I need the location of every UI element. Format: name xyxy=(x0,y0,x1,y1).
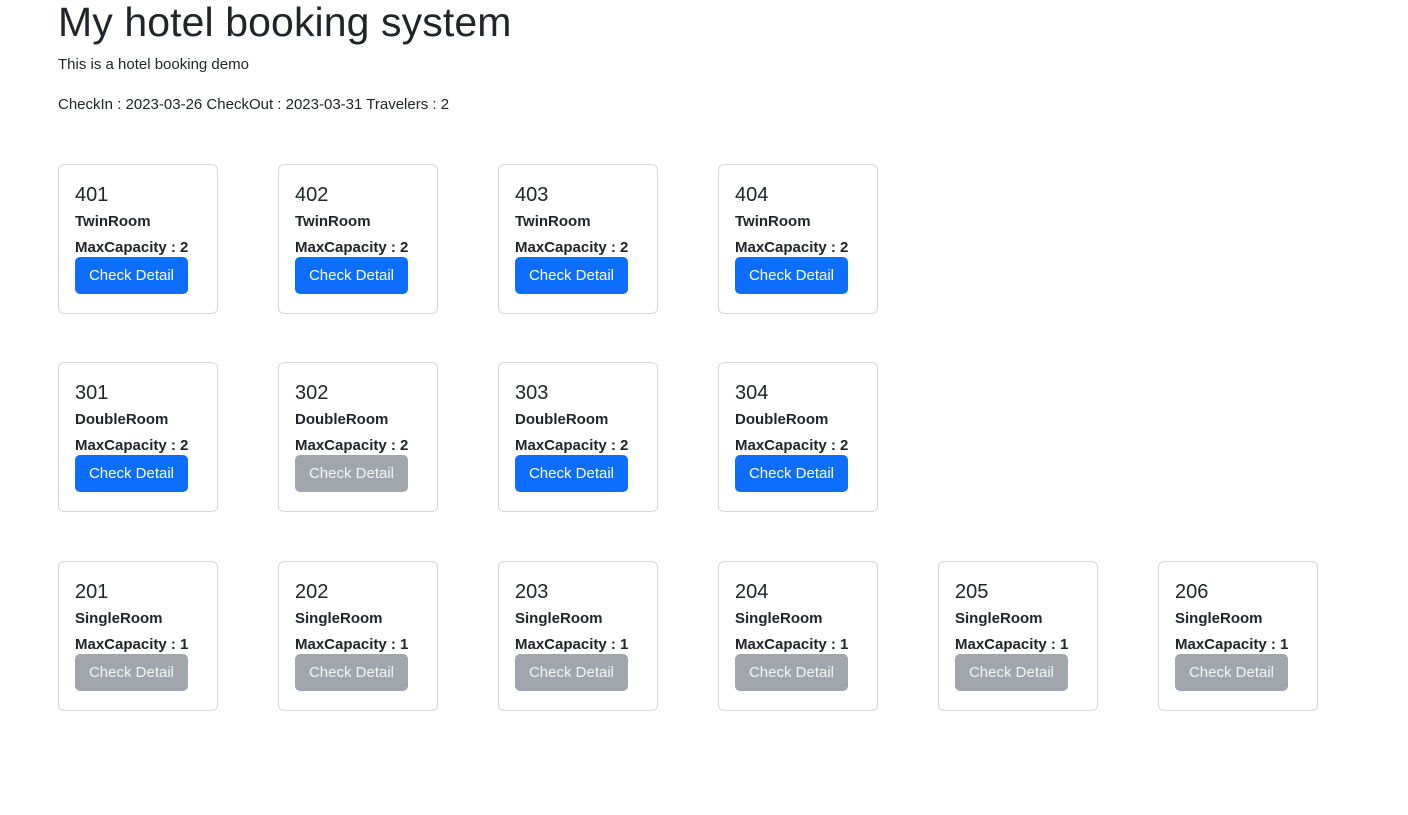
room-type: SingleRoom xyxy=(75,610,163,627)
room-number: 303 xyxy=(515,382,549,404)
room-card: 203 SingleRoom MaxCapacity : 1 Check Det… xyxy=(498,561,658,711)
check-detail-button-403[interactable]: Check Detail xyxy=(515,257,628,294)
room-number: 404 xyxy=(735,184,769,206)
room-capacity: MaxCapacity : 2 xyxy=(515,239,629,256)
room-type: SingleRoom xyxy=(295,610,383,627)
room-capacity: MaxCapacity : 2 xyxy=(295,437,409,454)
room-capacity: MaxCapacity : 2 xyxy=(735,239,849,256)
check-detail-button-304[interactable]: Check Detail xyxy=(735,455,848,492)
check-detail-button-204[interactable]: Check Detail xyxy=(735,654,848,691)
room-type: DoubleRoom xyxy=(515,411,609,428)
room-card: 205 SingleRoom MaxCapacity : 1 Check Det… xyxy=(938,561,1098,711)
room-number: 204 xyxy=(735,581,769,603)
check-detail-button-401[interactable]: Check Detail xyxy=(75,257,188,294)
room-capacity: MaxCapacity : 1 xyxy=(1175,636,1289,653)
room-capacity: MaxCapacity : 2 xyxy=(75,239,189,256)
room-number: 402 xyxy=(295,184,329,206)
room-card: 201 SingleRoom MaxCapacity : 1 Check Det… xyxy=(58,561,218,711)
room-row-twin: 401 TwinRoom MaxCapacity : 2 Check Detai… xyxy=(58,164,878,314)
room-card: 206 SingleRoom MaxCapacity : 1 Check Det… xyxy=(1158,561,1318,711)
room-type: TwinRoom xyxy=(75,213,151,230)
check-detail-button-202[interactable]: Check Detail xyxy=(295,654,408,691)
room-type: DoubleRoom xyxy=(295,411,389,428)
room-row-single: 201 SingleRoom MaxCapacity : 1 Check Det… xyxy=(58,561,1318,711)
room-number: 401 xyxy=(75,184,109,206)
room-number: 202 xyxy=(295,581,329,603)
room-number: 203 xyxy=(515,581,549,603)
page-subtitle: This is a hotel booking demo xyxy=(58,56,249,73)
check-detail-button-201[interactable]: Check Detail xyxy=(75,654,188,691)
room-capacity: MaxCapacity : 2 xyxy=(515,437,629,454)
room-type: TwinRoom xyxy=(515,213,591,230)
room-card: 401 TwinRoom MaxCapacity : 2 Check Detai… xyxy=(58,164,218,314)
room-number: 403 xyxy=(515,184,549,206)
check-detail-button-302[interactable]: Check Detail xyxy=(295,455,408,492)
check-detail-button-205[interactable]: Check Detail xyxy=(955,654,1068,691)
room-capacity: MaxCapacity : 1 xyxy=(295,636,409,653)
room-type: SingleRoom xyxy=(1175,610,1263,627)
room-capacity: MaxCapacity : 2 xyxy=(295,239,409,256)
check-detail-button-203[interactable]: Check Detail xyxy=(515,654,628,691)
room-number: 205 xyxy=(955,581,989,603)
room-card: 304 DoubleRoom MaxCapacity : 2 Check Det… xyxy=(718,362,878,512)
room-number: 304 xyxy=(735,382,769,404)
room-card: 204 SingleRoom MaxCapacity : 1 Check Det… xyxy=(718,561,878,711)
page-title: My hotel booking system xyxy=(58,0,512,45)
room-capacity: MaxCapacity : 2 xyxy=(75,437,189,454)
page: My hotel booking system This is a hotel … xyxy=(0,0,1408,815)
room-number: 206 xyxy=(1175,581,1209,603)
room-type: DoubleRoom xyxy=(735,411,829,428)
room-card: 302 DoubleRoom MaxCapacity : 2 Check Det… xyxy=(278,362,438,512)
room-type: SingleRoom xyxy=(515,610,603,627)
room-type: TwinRoom xyxy=(735,213,811,230)
room-number: 302 xyxy=(295,382,329,404)
room-capacity: MaxCapacity : 1 xyxy=(955,636,1069,653)
room-capacity: MaxCapacity : 1 xyxy=(515,636,629,653)
booking-summary: CheckIn : 2023-03-26 CheckOut : 2023-03-… xyxy=(58,96,450,113)
room-card: 301 DoubleRoom MaxCapacity : 2 Check Det… xyxy=(58,362,218,512)
room-type: SingleRoom xyxy=(735,610,823,627)
room-number: 201 xyxy=(75,581,109,603)
room-type: TwinRoom xyxy=(295,213,371,230)
room-card: 403 TwinRoom MaxCapacity : 2 Check Detai… xyxy=(498,164,658,314)
check-detail-button-303[interactable]: Check Detail xyxy=(515,455,628,492)
check-detail-button-402[interactable]: Check Detail xyxy=(295,257,408,294)
room-type: SingleRoom xyxy=(955,610,1043,627)
room-card: 402 TwinRoom MaxCapacity : 2 Check Detai… xyxy=(278,164,438,314)
check-detail-button-206[interactable]: Check Detail xyxy=(1175,654,1288,691)
room-card: 202 SingleRoom MaxCapacity : 1 Check Det… xyxy=(278,561,438,711)
check-detail-button-301[interactable]: Check Detail xyxy=(75,455,188,492)
room-card: 404 TwinRoom MaxCapacity : 2 Check Detai… xyxy=(718,164,878,314)
room-capacity: MaxCapacity : 1 xyxy=(735,636,849,653)
check-detail-button-404[interactable]: Check Detail xyxy=(735,257,848,294)
room-type: DoubleRoom xyxy=(75,411,169,428)
room-capacity: MaxCapacity : 1 xyxy=(75,636,189,653)
room-number: 301 xyxy=(75,382,109,404)
room-row-double: 301 DoubleRoom MaxCapacity : 2 Check Det… xyxy=(58,362,878,512)
room-capacity: MaxCapacity : 2 xyxy=(735,437,849,454)
room-card: 303 DoubleRoom MaxCapacity : 2 Check Det… xyxy=(498,362,658,512)
